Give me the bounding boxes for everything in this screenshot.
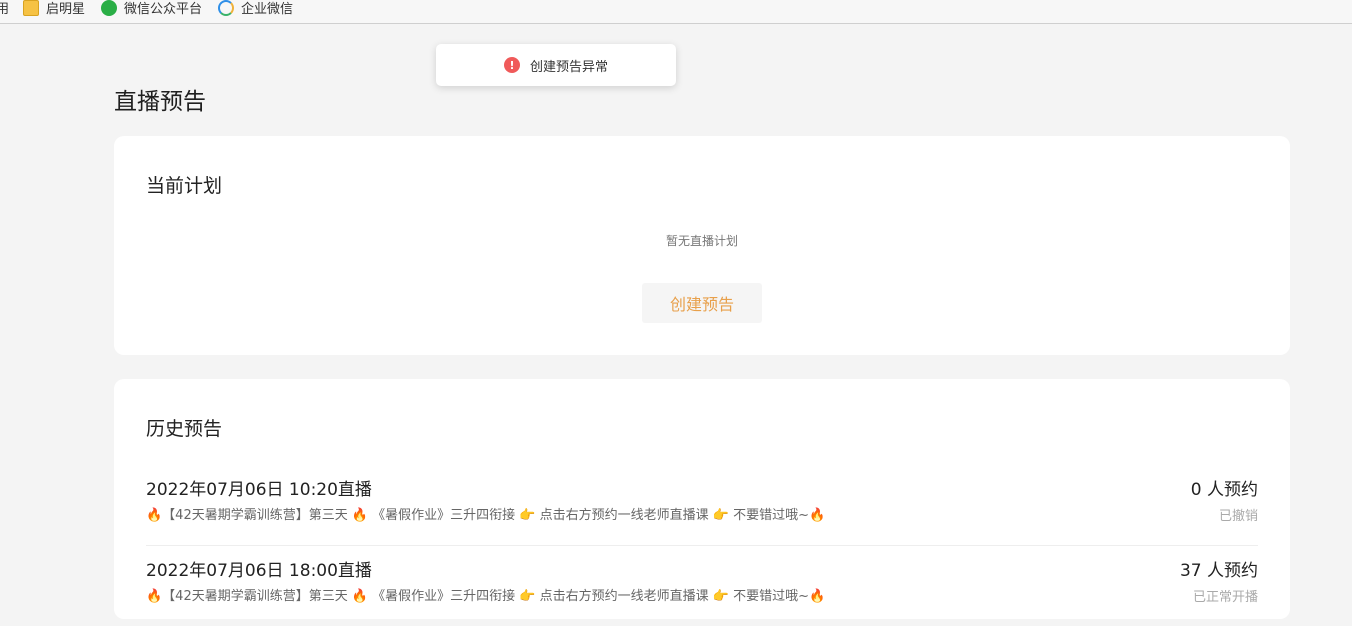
bookmark-partial-label: 用 — [0, 0, 9, 17]
history-card: 历史预告 2022年07月06日 10:20直播 🔥【42天暑期学霸训练营】第三… — [114, 379, 1290, 619]
bookmark-label: 微信公众平台 — [124, 2, 203, 17]
history-item-status: 已正常开播 — [1192, 590, 1258, 605]
folder-icon — [23, 0, 40, 16]
error-toast: ! 创建预告异常 — [436, 44, 676, 86]
bookmark-label: 企业微信 — [241, 2, 294, 17]
bookmark-wechat-platform[interactable]: 微信公众平台 — [101, 0, 202, 23]
bookmark-wecom[interactable]: 企业微信 — [218, 0, 293, 23]
history-item[interactable]: 2022年07月06日 18:00直播 🔥【42天暑期学霸训练营】第三天 🔥 《… — [146, 546, 1258, 626]
history-item[interactable]: 2022年07月06日 10:20直播 🔥【42天暑期学霸训练营】第三天 🔥 《… — [146, 465, 1258, 546]
bookmarks-bar: 用 启明星 微信公众平台 企业微信 — [0, 0, 1352, 24]
history-item-description: 🔥【42天暑期学霸训练营】第三天 🔥 《暑假作业》三升四衔接 👉 点击右方预约一… — [146, 508, 826, 523]
history-item-description: 🔥【42天暑期学霸训练营】第三天 🔥 《暑假作业》三升四衔接 👉 点击右方预约一… — [146, 589, 826, 604]
history-title: 历史预告 — [146, 418, 223, 440]
current-plan-title: 当前计划 — [146, 175, 223, 197]
bookmark-label: 启明星 — [46, 2, 86, 17]
create-preview-button[interactable]: 创建预告 — [642, 283, 762, 323]
error-icon: ! — [503, 57, 520, 73]
history-item-time: 2022年07月06日 18:00直播 — [146, 561, 372, 581]
empty-plan-text: 暂无直播计划 — [665, 234, 738, 248]
history-item-count: 37 人预约 — [1179, 561, 1258, 581]
toast-message: 创建预告异常 — [529, 59, 608, 75]
bookmark-partial[interactable]: 用 — [0, 0, 9, 23]
history-item-time: 2022年07月06日 10:20直播 — [146, 480, 372, 500]
page-title: 直播预告 — [114, 89, 206, 115]
history-item-status: 已撤销 — [1218, 509, 1258, 524]
history-item-count: 0 人预约 — [1190, 480, 1258, 500]
bookmark-qimingxing[interactable]: 启明星 — [23, 0, 85, 23]
wechat-icon — [101, 0, 118, 16]
wecom-icon — [218, 0, 235, 16]
current-plan-card: 当前计划 暂无直播计划 创建预告 — [114, 136, 1290, 355]
